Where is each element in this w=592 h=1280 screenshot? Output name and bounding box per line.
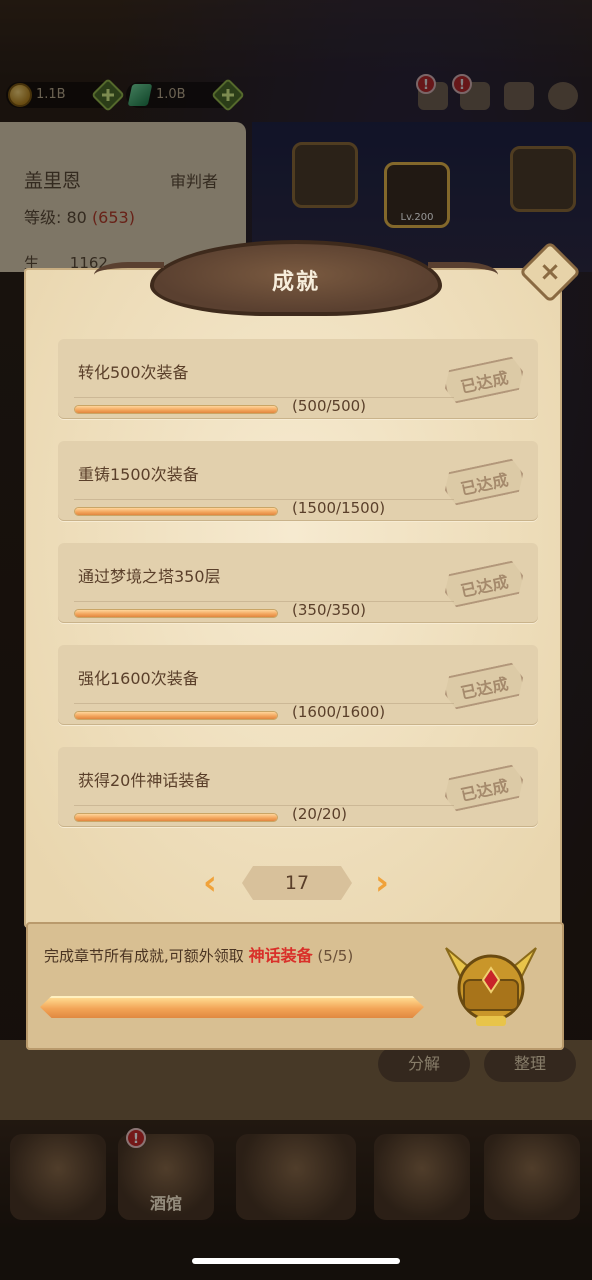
achievement-row: 通过梦境之塔350层 (350/350) 已达成 — [58, 543, 538, 623]
achievement-row: 获得20件神话装备 (20/20) 已达成 — [58, 747, 538, 827]
prev-page-arrow-icon[interactable]: ‹ — [196, 864, 224, 902]
chapter-reward-panel: 完成章节所有成就,可额外领取 神话装备 (5/5) — [26, 922, 564, 1050]
achievement-count: (20/20) — [292, 805, 347, 823]
achievement-title: 通过梦境之塔350层 — [78, 567, 221, 586]
divider — [74, 601, 454, 602]
next-page-arrow-icon[interactable]: › — [368, 864, 396, 902]
mythic-equipment-chest-icon[interactable] — [436, 928, 546, 1038]
close-icon: × — [539, 257, 561, 287]
reward-text-prefix: 完成章节所有成就,可额外领取 — [44, 947, 244, 965]
progress-fill — [75, 712, 277, 719]
achieved-stamp: 已达成 — [441, 355, 526, 405]
progress-fill — [75, 508, 277, 515]
reward-progress-bar — [40, 996, 424, 1018]
achievement-count: (350/350) — [292, 601, 367, 619]
divider — [74, 499, 454, 500]
achievement-row: 强化1600次装备 (1600/1600) 已达成 — [58, 645, 538, 725]
progress-fill — [75, 814, 277, 821]
progress-fill — [75, 610, 277, 617]
page-number: 17 — [242, 866, 352, 900]
achievement-progress-bar — [74, 609, 278, 618]
achievement-count: (1500/1500) — [292, 499, 386, 517]
achieved-stamp: 已达成 — [441, 559, 526, 609]
modal-title: 成就 — [271, 270, 320, 295]
achievement-title: 转化500次装备 — [78, 363, 189, 382]
achievement-title: 重铸1500次装备 — [78, 465, 199, 484]
achievement-title: 强化1600次装备 — [78, 669, 199, 688]
reward-description: 完成章节所有成就,可额外领取 神话装备 (5/5) — [44, 942, 353, 966]
progress-fill — [75, 406, 277, 413]
achieved-stamp: 已达成 — [441, 763, 526, 813]
divider — [74, 397, 454, 398]
achievement-progress-bar — [74, 813, 278, 822]
divider — [74, 805, 454, 806]
achievement-count: (1600/1600) — [292, 703, 386, 721]
reward-count: (5/5) — [317, 947, 354, 965]
divider — [74, 703, 454, 704]
achievement-progress-bar — [74, 711, 278, 720]
achievement-progress-bar — [74, 507, 278, 516]
home-indicator[interactable] — [192, 1258, 400, 1264]
achievement-row: 转化500次装备 (500/500) 已达成 — [58, 339, 538, 419]
achievement-row: 重铸1500次装备 (1500/1500) 已达成 — [58, 441, 538, 521]
achieved-stamp: 已达成 — [441, 457, 526, 507]
achieved-stamp: 已达成 — [441, 661, 526, 711]
chapter-pager: ‹ 17 › — [196, 864, 396, 904]
achievement-title: 获得20件神话装备 — [78, 771, 211, 790]
achievement-count: (500/500) — [292, 397, 367, 415]
reward-highlight: 神话装备 — [248, 946, 313, 965]
achievement-progress-bar — [74, 405, 278, 414]
